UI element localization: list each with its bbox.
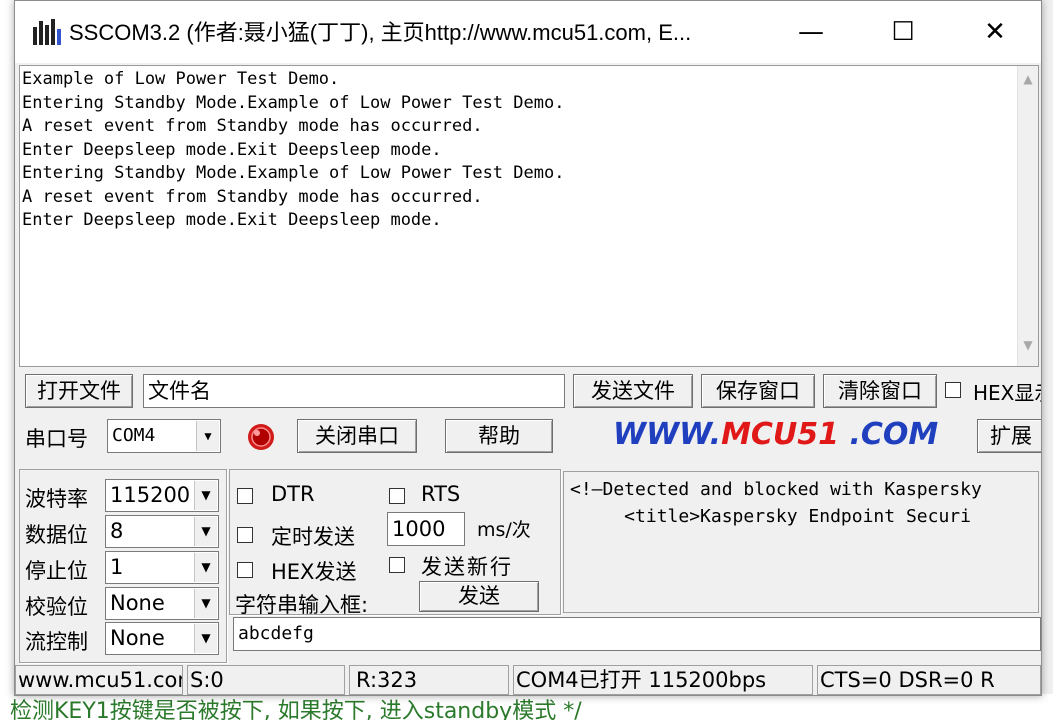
dtr-checkbox[interactable] [237,488,253,504]
open-file-button[interactable]: 打开文件 [25,374,133,408]
stop-bits-value: 1 [110,555,124,579]
hex-display-checkbox[interactable] [945,382,961,398]
chevron-down-icon[interactable]: ▼ [194,553,217,582]
send-button[interactable]: 发送 [419,581,539,612]
chevron-down-icon[interactable]: ▼ [194,589,217,618]
send-file-button[interactable]: 发送文件 [573,374,693,408]
kaspersky-notice-text: <!—Detected and blocked with Kaspersky <… [570,479,982,527]
hex-send-checkbox[interactable] [237,562,253,578]
data-bits-value: 8 [110,519,124,543]
receive-log: Example of Low Power Test Demo. Entering… [22,69,565,230]
flow-value: None [110,626,165,650]
newline-checkbox[interactable] [389,557,405,573]
parity-value: None [110,591,165,615]
close-port-button[interactable]: 关闭串口 [297,419,417,453]
timed-send-label: 定时发送 [271,525,355,549]
help-button[interactable]: 帮助 [445,419,553,453]
background-code-comment: 检测KEY1按键是否被按下, 如果按下, 进入standby模式 */ [0,694,1053,720]
scroll-up-icon[interactable]: ▲ [1018,72,1038,86]
sscom-window: SSCOM3.2 (作者:聂小猛(丁丁), 主页http://www.mcu51… [14,0,1042,696]
send-input[interactable]: abcdefg [233,617,1041,651]
baud-select[interactable]: 115200 ▼ [105,479,219,512]
record-indicator-icon [248,424,274,450]
input-label: 字符串输入框: [235,593,369,617]
window-title: SSCOM3.2 (作者:聂小猛(丁丁), 主页http://www.mcu51… [69,20,692,45]
interval-unit: ms/次 [477,519,531,541]
kaspersky-notice-panel: <!—Detected and blocked with Kaspersky <… [563,471,1039,613]
scroll-down-icon[interactable]: ▼ [1018,338,1038,352]
hex-display-label: HEX显示 [973,381,1041,405]
port-select-value: COM4 [112,425,156,446]
clear-window-button[interactable]: 清除窗口 [823,374,937,408]
status-signals: CTS=0 DSR=0 R [817,665,1041,695]
dtr-label: DTR [271,482,315,506]
port-label: 串口号 [25,427,88,451]
chevron-down-icon[interactable]: ▼ [194,481,217,510]
baud-value: 115200 [110,483,191,507]
newline-label: 发送新行 [421,555,513,579]
chevron-down-icon[interactable]: ▼ [194,624,217,653]
flow-select[interactable]: None ▼ [105,622,219,655]
baud-label: 波特率 [25,487,88,511]
extend-button[interactable]: 扩展 [977,419,1041,453]
mcu51-link[interactable]: WWW.MCU51 .COM [613,417,938,452]
stop-bits-select[interactable]: 1 ▼ [105,551,219,584]
status-port-state: COM4已打开 115200bps [513,665,813,695]
stop-bits-label: 停止位 [25,559,88,583]
rts-label: RTS [421,482,461,506]
minimize-button[interactable]: — [765,1,857,63]
rts-checkbox[interactable] [389,488,405,504]
brand-prefix: WWW. [613,417,722,452]
file-name-field[interactable]: 文件名 [143,374,565,408]
data-bits-select[interactable]: 8 ▼ [105,515,219,548]
chevron-down-icon[interactable]: ▼ [196,421,219,451]
receive-textarea[interactable]: Example of Low Power Test Demo. Entering… [19,65,1039,367]
data-bits-label: 数据位 [25,523,88,547]
hex-send-label: HEX发送 [271,560,357,584]
parity-label: 校验位 [25,595,88,619]
port-select[interactable]: COM4 ▼ [107,419,221,453]
save-window-button[interactable]: 保存窗口 [701,374,815,408]
title-bar[interactable]: SSCOM3.2 (作者:聂小猛(丁丁), 主页http://www.mcu51… [15,1,1041,63]
brand-main: MCU51 [721,417,840,452]
parity-select[interactable]: None ▼ [105,587,219,620]
status-sent: S:0 [187,665,345,695]
interval-field[interactable]: 1000 [387,512,465,546]
brand-suffix: .COM [839,417,939,452]
receive-scrollbar[interactable]: ▲ ▼ [1017,66,1038,366]
close-button[interactable]: ✕ [949,1,1041,63]
timed-send-checkbox[interactable] [237,527,253,543]
status-received: R:323 [349,665,509,695]
maximize-button[interactable]: ☐ [857,1,949,63]
flow-label: 流控制 [25,630,88,654]
status-bar: www.mcu51.com S:0 R:323 COM4已打开 115200bp… [15,665,1041,695]
chevron-down-icon[interactable]: ▼ [194,517,217,546]
status-site: www.mcu51.com [15,665,183,695]
sscom-bars-icon [33,19,61,45]
